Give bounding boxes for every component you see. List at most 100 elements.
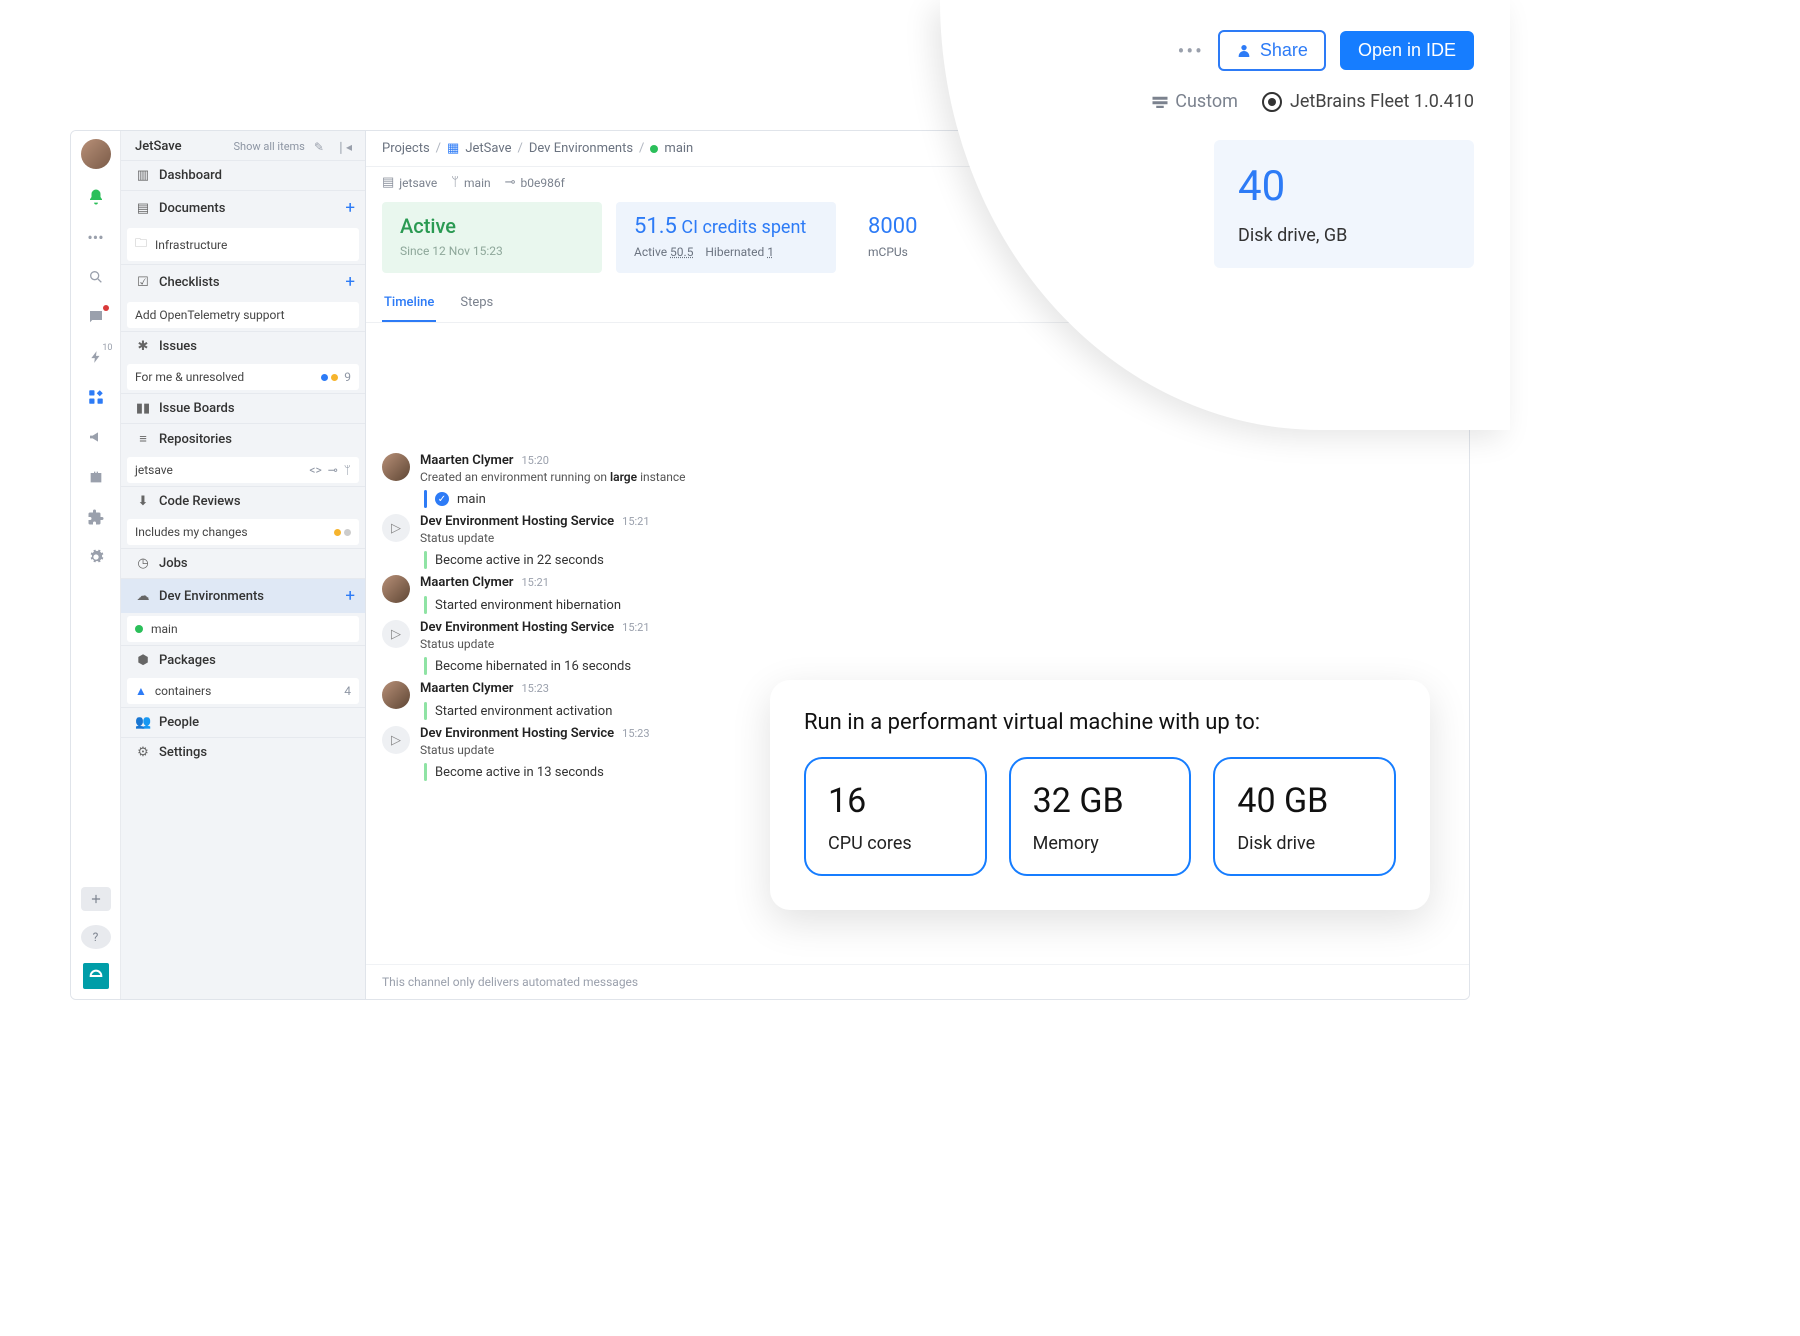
status-card: Active Since 12 Nov 15:23 bbox=[382, 202, 602, 273]
repo-icon: ≡ bbox=[135, 431, 151, 447]
review-filter-item[interactable]: Includes my changes bbox=[127, 519, 359, 545]
service-avatar: ▷ bbox=[382, 726, 410, 754]
dashboard-label: Dashboard bbox=[159, 168, 355, 183]
sidebar-item-issues[interactable]: ✱ Issues bbox=[121, 331, 365, 361]
documents-label: Documents bbox=[159, 201, 337, 216]
branch-icon[interactable]: ᛘ bbox=[344, 463, 351, 477]
crumb-main[interactable]: main bbox=[664, 141, 693, 156]
reviews-label: Code Reviews bbox=[159, 494, 355, 509]
checklist-item[interactable]: Add OpenTelemetry support bbox=[127, 302, 359, 328]
subcrumb-repo[interactable]: jetsave bbox=[399, 176, 437, 190]
help-icon[interactable]: ? bbox=[81, 925, 111, 949]
packages-label: Packages bbox=[159, 653, 355, 668]
devenv-label: Dev Environments bbox=[159, 589, 337, 604]
add-document-icon[interactable]: + bbox=[345, 198, 355, 218]
sidebar-item-jobs[interactable]: ◷ Jobs bbox=[121, 548, 365, 578]
ide-selector[interactable]: JetBrains Fleet 1.0.410 bbox=[1262, 91, 1474, 112]
briefcase-icon[interactable] bbox=[81, 465, 111, 489]
tab-timeline[interactable]: Timeline bbox=[382, 289, 436, 322]
sidebar-item-documents[interactable]: ▤ Documents + bbox=[121, 190, 365, 225]
share-label: Share bbox=[1260, 40, 1308, 61]
sidebar-item-devenv[interactable]: ☁ Dev Environments + bbox=[121, 578, 365, 613]
org-logo[interactable] bbox=[83, 963, 109, 989]
sidebar-item-repos[interactable]: ≡ Repositories bbox=[121, 423, 365, 454]
sidebar-item-people[interactable]: 👥 People bbox=[121, 707, 365, 737]
spec-card-cpu: 16 CPU cores bbox=[804, 757, 987, 876]
cloud-icon: ☁ bbox=[135, 589, 151, 604]
package-item[interactable]: ▲ containers 4 bbox=[127, 678, 359, 704]
service-avatar: ▷ bbox=[382, 620, 410, 648]
fleet-icon bbox=[1262, 92, 1282, 112]
bell-icon[interactable] bbox=[81, 185, 111, 209]
collapse-icon[interactable]: ❘◂ bbox=[333, 140, 355, 154]
event-detail: Become active in 13 seconds bbox=[420, 763, 650, 781]
user-avatar[interactable] bbox=[81, 139, 111, 169]
more-icon[interactable]: ••• bbox=[81, 225, 111, 249]
sidebar-item-packages[interactable]: ⬢ Packages bbox=[121, 645, 365, 675]
add-devenv-icon[interactable]: + bbox=[345, 586, 355, 606]
crumb-projects[interactable]: Projects bbox=[382, 141, 430, 156]
commit-icon[interactable]: ⊸ bbox=[328, 463, 338, 477]
timeline-item: Maarten Clymer15:21Started environment h… bbox=[382, 575, 1453, 614]
spec-card-disk: 40 GB Disk drive bbox=[1213, 757, 1396, 876]
timestamp: 15:23 bbox=[622, 727, 649, 740]
apps-icon[interactable] bbox=[81, 385, 111, 409]
commit-icon: ⊸ bbox=[505, 175, 516, 190]
timeline-item: ▷Dev Environment Hosting Service15:21Sta… bbox=[382, 514, 1453, 569]
add-checklist-icon[interactable]: + bbox=[345, 272, 355, 292]
sidebar-item-boards[interactable]: ▮▮ Issue Boards bbox=[121, 393, 365, 423]
pencil-icon[interactable]: ✎ bbox=[311, 140, 327, 154]
event-detail-text: Started environment hibernation bbox=[435, 598, 621, 613]
subcrumb-branch[interactable]: main bbox=[464, 176, 491, 190]
instance-type[interactable]: Custom bbox=[1151, 91, 1238, 112]
crumb-jetsave[interactable]: JetSave bbox=[465, 141, 511, 156]
code-icon[interactable]: <> bbox=[309, 463, 321, 477]
issues-filter-item[interactable]: For me & unresolved 9 bbox=[127, 364, 359, 390]
search-icon[interactable] bbox=[81, 265, 111, 289]
devenv-item-main[interactable]: main bbox=[127, 616, 359, 642]
event-detail-text: Become active in 13 seconds bbox=[435, 765, 604, 780]
show-all-items-link[interactable]: Show all items bbox=[234, 140, 305, 153]
crumb-devenv[interactable]: Dev Environments bbox=[529, 141, 633, 156]
author-name: Maarten Clymer bbox=[420, 681, 514, 696]
packages-count: 4 bbox=[344, 684, 351, 698]
checklists-label: Checklists bbox=[159, 275, 337, 290]
project-sidebar: JetSave Show all items ✎ ❘◂ ▥ Dashboard … bbox=[121, 131, 366, 999]
credits-number: 51.5 bbox=[634, 214, 677, 239]
memory-value: 32 GB bbox=[1033, 781, 1168, 821]
event-description: Created an environment running on large … bbox=[420, 470, 686, 484]
megaphone-icon[interactable] bbox=[81, 425, 111, 449]
sidebar-item-checklists[interactable]: ☑ Checklists + bbox=[121, 264, 365, 299]
issues-icon: ✱ bbox=[135, 339, 151, 354]
sidebar-item-dashboard[interactable]: ▥ Dashboard bbox=[121, 160, 365, 190]
document-item-label: Infrastructure bbox=[155, 238, 227, 252]
puzzle-icon[interactable] bbox=[81, 505, 111, 529]
timestamp: 15:20 bbox=[522, 454, 549, 467]
add-icon[interactable] bbox=[81, 887, 111, 911]
tab-steps[interactable]: Steps bbox=[458, 289, 495, 322]
event-description: Status update bbox=[420, 531, 650, 545]
share-button[interactable]: Share bbox=[1218, 30, 1326, 71]
event-detail: Started environment activation bbox=[420, 702, 612, 720]
sidebar-item-settings[interactable]: ⚙ Settings bbox=[121, 737, 365, 767]
repos-label: Repositories bbox=[159, 432, 355, 447]
accent-bar bbox=[424, 551, 427, 569]
open-ide-button[interactable]: Open in IDE bbox=[1340, 31, 1474, 70]
event-detail: ✓main bbox=[420, 490, 686, 508]
accent-bar bbox=[424, 490, 427, 508]
sidebar-item-reviews[interactable]: ⬇ Code Reviews bbox=[121, 486, 365, 516]
more-icon[interactable]: ••• bbox=[1178, 39, 1204, 63]
document-item-infrastructure[interactable]: 🗀 Infrastructure bbox=[127, 228, 359, 261]
disk-card: 40 Disk drive, GB bbox=[1214, 140, 1474, 268]
gear-icon[interactable] bbox=[81, 545, 111, 569]
specs-title: Run in a performant virtual machine with… bbox=[804, 710, 1396, 735]
apps-icon: ▦ bbox=[447, 141, 459, 156]
checklist-icon: ☑ bbox=[135, 275, 151, 290]
repo-item[interactable]: jetsave <> ⊸ ᛘ bbox=[127, 457, 359, 483]
chat-icon[interactable] bbox=[81, 305, 111, 329]
subcrumb-commit[interactable]: b0e986f bbox=[521, 176, 565, 190]
author-name: Dev Environment Hosting Service bbox=[420, 514, 614, 529]
event-detail: Become active in 22 seconds bbox=[420, 551, 650, 569]
spec-disk-value: 40 GB bbox=[1237, 781, 1372, 821]
bolt-icon[interactable]: 10 bbox=[81, 345, 111, 369]
